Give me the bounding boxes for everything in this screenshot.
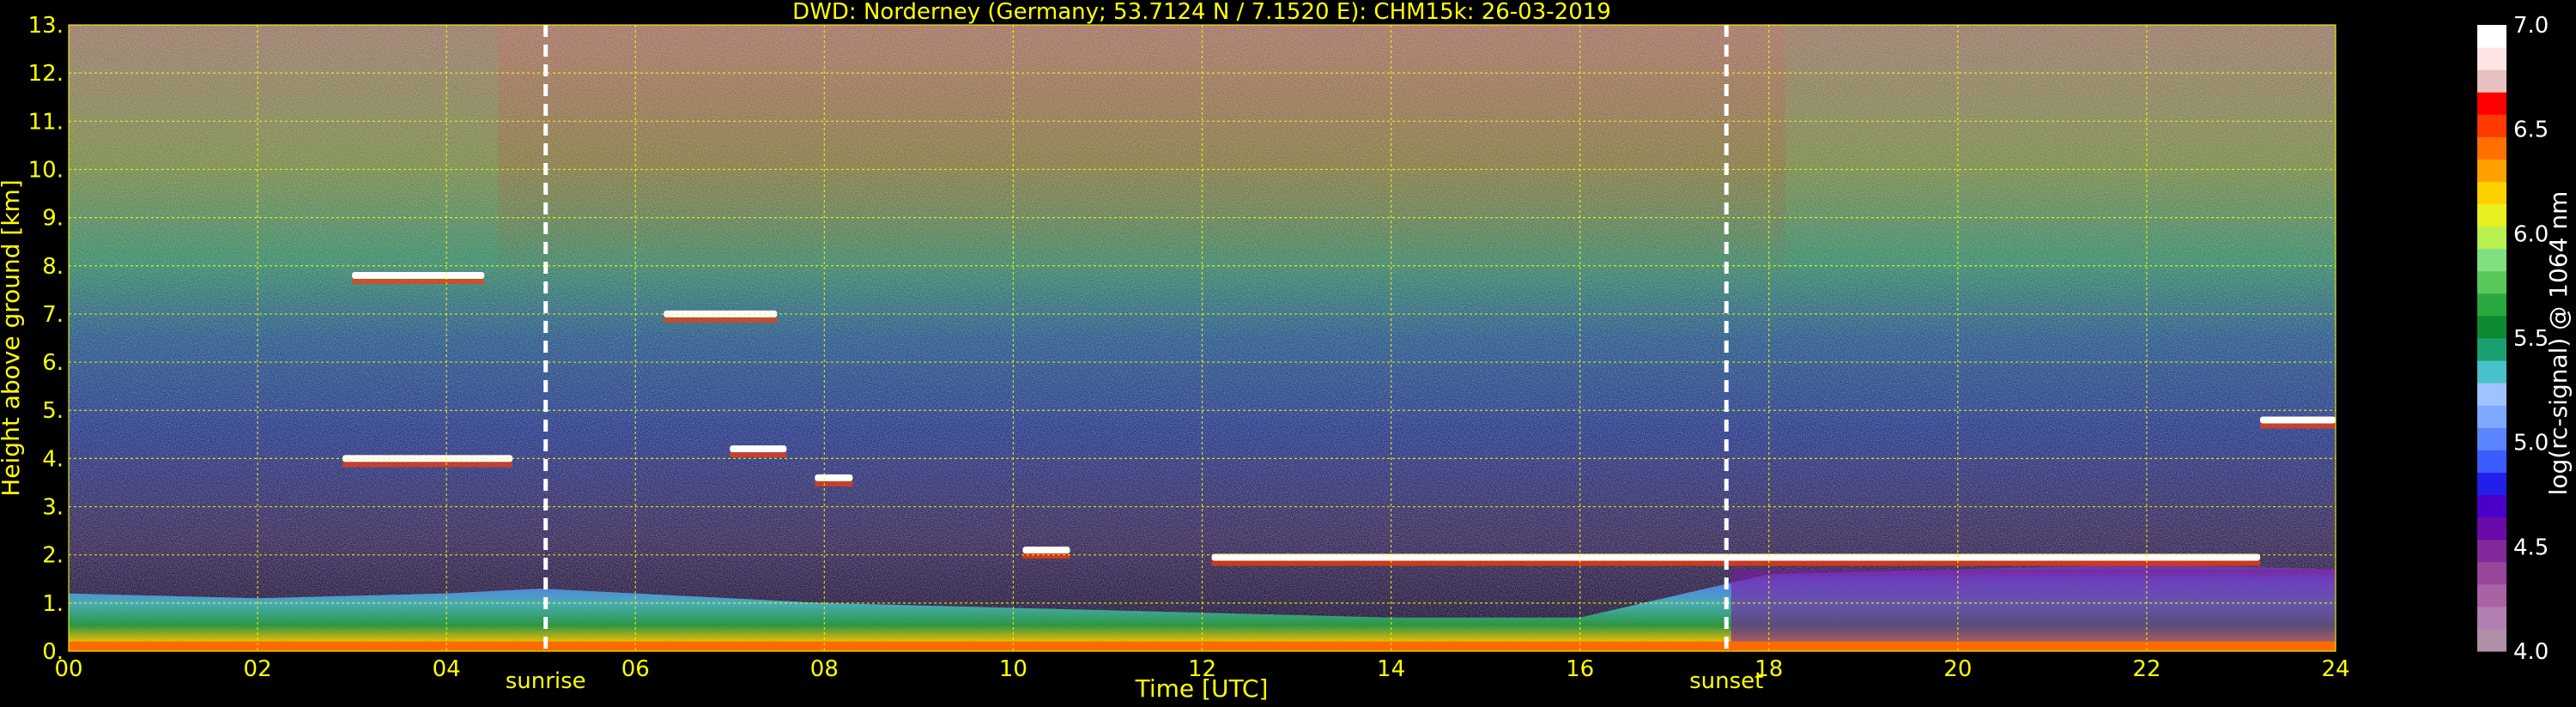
colorbar-segment — [2477, 561, 2506, 585]
sunset-label: sunset — [1689, 668, 1763, 694]
colorbar-segment — [2477, 383, 2506, 406]
y-tick-labels: 0. 1. 2. 3. 4. 5. 6. 7. 8. 9. 10. 11. 12. 13. — [28, 13, 64, 665]
colorbar-tick-label: 6.5 — [2513, 118, 2549, 143]
evening-aerosol-layer — [1730, 569, 2336, 642]
x-tick-label: 10 — [999, 656, 1027, 682]
cloud-layer-edge — [2259, 423, 2336, 429]
plot-area — [69, 25, 2336, 651]
x-tick-label: 14 — [1377, 656, 1405, 682]
y-tick-label: 11. — [28, 109, 64, 135]
colorbar-segment — [2477, 226, 2506, 250]
x-tick-label: 22 — [2132, 656, 2161, 682]
x-tick-label: 06 — [621, 656, 650, 682]
cloud-layer — [815, 474, 853, 481]
colorbar-segment — [2477, 159, 2506, 182]
x-tick-label: 16 — [1566, 656, 1594, 682]
chart-title: DWD: Norderney (Germany; 53.7124 N / 7.1… — [792, 0, 1611, 25]
colorbar-tick-label: 7.0 — [2513, 13, 2549, 39]
x-axis-label: Time [UTC] — [1135, 674, 1269, 703]
colorbar-segment — [2477, 203, 2506, 227]
colorbar-tick-label: 4.5 — [2513, 535, 2549, 560]
y-tick-label: 4. — [42, 446, 64, 472]
colorbar — [2477, 25, 2506, 652]
x-tick-label: 02 — [244, 656, 272, 682]
y-tick-label: 12. — [28, 61, 64, 87]
colorbar-segment — [2477, 69, 2506, 93]
cloud-layer-edge — [664, 317, 778, 323]
x-tick-label: 24 — [2321, 656, 2349, 682]
colorbar-tick-label: 4.0 — [2513, 639, 2549, 665]
y-tick-label: 10. — [28, 157, 64, 183]
x-tick-label: 04 — [433, 656, 461, 682]
colorbar-segment — [2477, 338, 2506, 361]
colorbar-segment — [2477, 270, 2506, 294]
colorbar-segment — [2477, 472, 2506, 495]
y-tick-label: 3. — [42, 495, 64, 521]
colorbar-segment — [2477, 248, 2506, 272]
x-tick-label: 20 — [1943, 656, 1972, 682]
colorbar-segment — [2477, 47, 2506, 70]
cloud-layer — [352, 272, 485, 279]
y-tick-label: 6. — [42, 350, 64, 376]
cloud-layer-edge — [352, 279, 485, 284]
colorbar-segment — [2477, 583, 2506, 607]
colorbar-segment — [2477, 427, 2506, 450]
colorbar-label: log(rc-signal) @ 1064 nm — [2544, 191, 2573, 496]
colorbar-segment — [2477, 92, 2506, 115]
cloud-layer — [2259, 416, 2336, 424]
colorbar-segment — [2477, 539, 2506, 563]
cloud-layer-edge — [1022, 553, 1070, 559]
x-tick-label: 08 — [810, 656, 839, 682]
cloud-layer-edge — [342, 462, 513, 468]
cloud-layer-edge — [730, 452, 787, 458]
colorbar-segment — [2477, 181, 2506, 205]
cloud-layer — [730, 445, 787, 453]
y-tick-label: 13. — [28, 13, 64, 39]
y-tick-label: 9. — [42, 206, 64, 232]
colorbar-segment — [2477, 360, 2506, 384]
y-axis-label: Height above ground [km] — [0, 179, 25, 497]
colorbar-segment — [2477, 450, 2506, 473]
colorbar-segment — [2477, 517, 2506, 541]
y-tick-label: 8. — [42, 254, 64, 280]
y-tick-label: 2. — [42, 543, 64, 569]
colorbar-segment — [2477, 628, 2506, 652]
colorbar-segment — [2477, 494, 2506, 518]
colorbar-segment — [2477, 405, 2506, 428]
colorbar-segment — [2477, 114, 2506, 137]
sunrise-label: sunrise — [506, 668, 586, 694]
cloud-layer-edge — [815, 480, 853, 486]
colorbar-segment — [2477, 136, 2506, 160]
colorbar-segment — [2477, 606, 2506, 630]
colorbar-segment — [2477, 293, 2506, 317]
cloud-layer-edge — [1211, 560, 2260, 566]
lidar-chart: 00 02 04 06 08 10 12 14 16 18 20 22 24 0.1.2.3.4.5.6… — [0, 0, 2573, 703]
y-tick-label: 0. — [42, 639, 64, 665]
y-tick-label: 5. — [42, 398, 64, 424]
y-tick-label: 1. — [42, 591, 64, 617]
colorbar-segment — [2477, 25, 2506, 48]
y-tick-label: 7. — [42, 302, 64, 328]
cloud-layer — [1022, 547, 1070, 554]
colorbar-segment — [2477, 315, 2506, 339]
